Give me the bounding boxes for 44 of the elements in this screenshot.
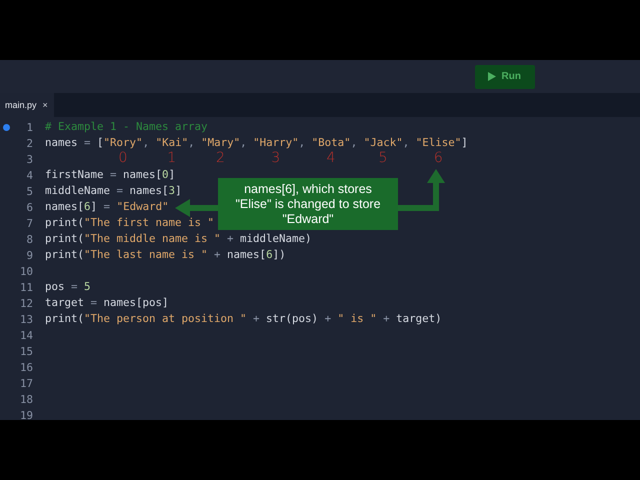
- code-line: firstName = names[0]: [45, 168, 176, 181]
- code-line: pos = 5: [45, 280, 91, 293]
- line-number: 14: [20, 328, 33, 342]
- close-icon[interactable]: ×: [42, 100, 48, 110]
- line-number: 19: [20, 408, 33, 420]
- line-number: 17: [20, 376, 33, 390]
- play-icon: [488, 72, 496, 81]
- index-number: 2: [216, 150, 225, 167]
- code-line: names = ["Rory", "Kai", "Mary", "Harry", "Bota", "Jack", "Elise"]: [45, 136, 468, 149]
- line-number: 7: [26, 216, 33, 230]
- index-number: 3: [271, 150, 280, 167]
- code-line: print("The first name is ": [45, 216, 214, 229]
- callout-note: names[6], which stores "Elise" is changed to store "Edward": [218, 178, 398, 230]
- line-number: 12: [20, 296, 33, 310]
- line-number: 4: [26, 168, 33, 182]
- code-line: print("The last name is " + names[6]): [45, 248, 286, 261]
- file-tab[interactable]: main.py ×: [0, 93, 54, 117]
- line-number: 9: [26, 248, 33, 262]
- line-number: 6: [26, 200, 33, 214]
- index-number: 1: [167, 150, 176, 167]
- code-line: print("The person at position " + str(pos) + " is " + target): [45, 312, 442, 325]
- code-line: names[6] = "Edward": [45, 200, 169, 213]
- line-number: 3: [26, 152, 33, 166]
- right-angle-arrow: [398, 169, 445, 211]
- line-number: 10: [20, 264, 33, 278]
- line-number: 2: [26, 136, 33, 150]
- code-line: middleName = names[3]: [45, 184, 182, 197]
- left-arrow: [175, 199, 218, 217]
- line-number: 18: [20, 392, 33, 406]
- line-number: 15: [20, 344, 33, 358]
- line-number: 1: [26, 120, 33, 134]
- index-number: 5: [378, 150, 388, 167]
- line-number: 5: [26, 184, 33, 198]
- index-number: 4: [326, 150, 336, 167]
- line-number: 13: [20, 312, 33, 326]
- code-line: # Example 1 - Names array: [45, 120, 208, 133]
- index-number: 0: [118, 150, 128, 167]
- code-line: target = names[pos]: [45, 296, 169, 309]
- run-button[interactable]: Run: [474, 64, 535, 88]
- line-number: 11: [20, 280, 33, 294]
- line-number: 16: [20, 360, 33, 374]
- code-line: print("The middle name is " + middleName): [45, 232, 312, 245]
- line-number: 8: [26, 232, 33, 246]
- index-number: 6: [434, 150, 443, 167]
